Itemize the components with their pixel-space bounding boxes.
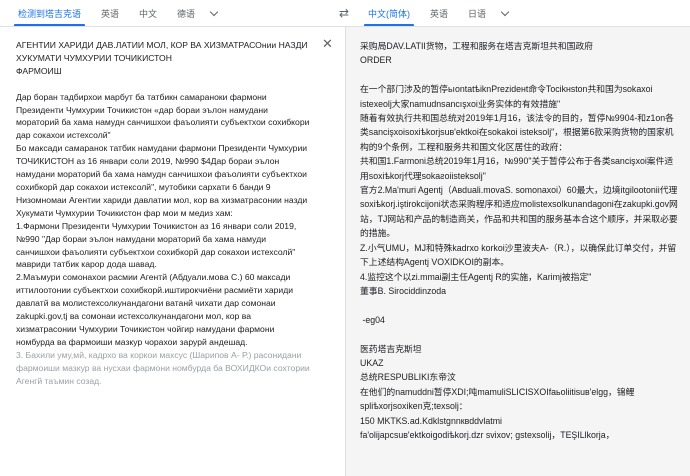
language-bar: 检测到塔吉克语 英语 中文 德语 ⇄ 中文(简体) 英语 日语 [0,0,690,27]
source-pane: АГЕНТИИ ХАРИДИ ДАВ.ЛАТИИ МОЛ, КОР ВА ХИЗ… [0,27,345,476]
source-text: АГЕНТИИ ХАРИДИ ДАВ.ЛАТИИ МОЛ, КОР ВА ХИЗ… [16,40,310,347]
tab-target-japanese[interactable]: 日语 [458,0,496,26]
target-language-tabs: 中文(简体) 英语 日语 [358,0,518,26]
source-text-overflow: 3. Бахили уму,мй, кадрхо ва коркои махсу… [16,349,313,386]
target-more-languages-chevron-down-icon[interactable] [500,7,510,16]
tab-detect-language[interactable]: 检测到塔吉克语 [8,0,91,26]
tab-target-chinese-simplified[interactable]: 中文(简体) [358,0,420,26]
tab-target-english[interactable]: 英语 [420,0,458,26]
tab-source-chinese[interactable]: 中文 [129,0,167,26]
source-more-languages-chevron-down-icon[interactable] [209,7,219,16]
translation-pane: 采购局DAV.LATII货物，工程和服务在塔吉克斯坦共和国政府 ORDER 在一… [345,27,690,476]
source-language-tabs: 检测到塔吉克语 英语 中文 德语 [8,0,227,26]
swap-languages-icon[interactable]: ⇄ [336,6,352,20]
clear-source-close-icon[interactable]: ✕ [322,37,333,51]
translation-output: 采购局DAV.LATII货物，工程和服务在塔吉克斯坦共和国政府 ORDER 在一… [360,41,678,440]
tab-source-german[interactable]: 德语 [167,0,205,26]
tab-source-english[interactable]: 英语 [91,0,129,26]
source-text-input[interactable]: АГЕНТИИ ХАРИДИ ДАВ.ЛАТИИ МОЛ, КОР ВА ХИЗ… [16,39,312,387]
